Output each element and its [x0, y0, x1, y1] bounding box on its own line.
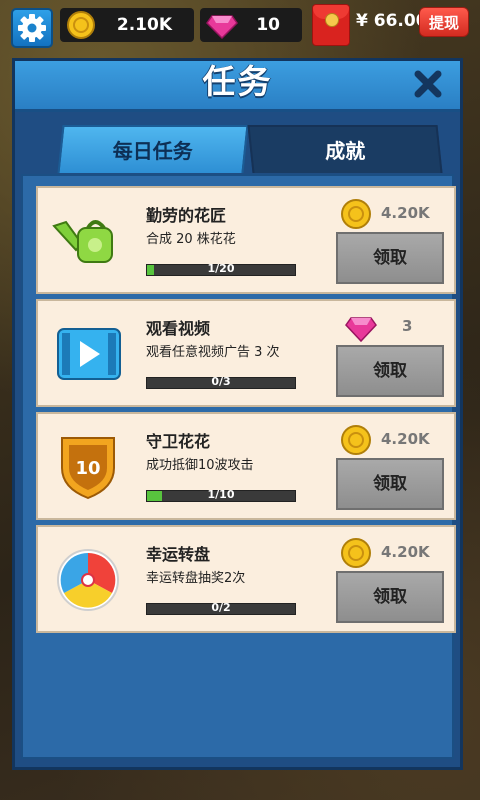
top-bar: 2.10K 10 ¥ 66.00 提现: [0, 0, 480, 50]
task-progress-bar: 0/3: [146, 375, 296, 389]
task-card: 10 守卫花花 成功抵御10波攻击 1/10 4.20K 领取: [36, 412, 456, 520]
task-card: 观看视频 观看任意视频广告 3 次 0/3 3 领取: [36, 299, 456, 407]
claim-button[interactable]: 领取: [336, 232, 444, 284]
svg-text:10: 10: [75, 458, 100, 479]
tasks-panel: 任务 每日任务 成就 勤劳的花匠 合成 20 株花花 1/20 4.20K 领取…: [12, 58, 463, 770]
task-description: 合成 20 株花花: [146, 232, 236, 247]
coin-icon: [341, 538, 371, 568]
progress-text: 1/20: [207, 262, 235, 275]
task-list[interactable]: 勤劳的花匠 合成 20 株花花 1/20 4.20K 领取 观看视频 观看任意视…: [21, 174, 456, 759]
tab-daily-label: 每日任务: [112, 139, 193, 163]
claim-button[interactable]: 领取: [336, 571, 444, 623]
tab-daily-tasks[interactable]: 每日任务: [57, 125, 249, 173]
panel-header: 任务: [15, 61, 460, 112]
coin-icon: [341, 425, 371, 455]
shield-badge-icon: 10: [61, 437, 115, 500]
task-title: 观看视频: [146, 319, 211, 338]
coin-icon: [67, 11, 95, 39]
task-progress-bar: 1/20: [146, 262, 296, 276]
gem-icon: [206, 15, 238, 40]
gear-icon: [18, 14, 46, 42]
progress-text: 1/10: [207, 488, 235, 501]
task-description: 幸运转盘抽奖2次: [146, 571, 246, 586]
red-packet-seal: [325, 13, 339, 27]
coin-icon: [341, 199, 371, 229]
reward-amount: 4.20K: [381, 543, 430, 561]
withdraw-button[interactable]: 提现: [419, 7, 469, 37]
panel-title: 任务: [202, 62, 273, 101]
progress-text: 0/2: [211, 601, 231, 614]
progress-text: 0/3: [211, 375, 231, 388]
red-packet-icon[interactable]: [312, 4, 350, 46]
settings-button[interactable]: [11, 8, 53, 48]
cash-balance: ¥ 66.00: [356, 11, 428, 31]
close-icon[interactable]: [411, 67, 445, 101]
task-description: 成功抵御10波攻击: [146, 458, 254, 473]
lucky-wheel-icon: [57, 549, 119, 611]
video-icon: [57, 328, 121, 380]
task-title: 勤劳的花匠: [146, 206, 227, 225]
coin-counter: 2.10K: [60, 8, 194, 42]
gem-amount: 10: [256, 15, 280, 35]
coin-amount: 2.10K: [116, 15, 172, 35]
task-card: 勤劳的花匠 合成 20 株花花 1/20 4.20K 领取: [36, 186, 456, 294]
reward-amount: 4.20K: [381, 204, 430, 222]
tab-achievements-label: 成就: [325, 139, 366, 163]
task-card: 幸运转盘 幸运转盘抽奖2次 0/2 4.20K 领取: [36, 525, 456, 633]
task-title: 守卫花花: [146, 432, 211, 451]
tab-achievements[interactable]: 成就: [247, 125, 443, 173]
reward-amount: 3: [402, 317, 413, 335]
reward-amount: 4.20K: [381, 430, 430, 448]
claim-button[interactable]: 领取: [336, 458, 444, 510]
gem-icon: [345, 317, 377, 343]
task-title: 幸运转盘: [146, 545, 211, 564]
task-progress-bar: 0/2: [146, 601, 296, 615]
tab-bar: 每日任务 成就: [30, 123, 445, 175]
watering-can-icon: [52, 220, 113, 263]
claim-button[interactable]: 领取: [336, 345, 444, 397]
task-description: 观看任意视频广告 3 次: [146, 345, 280, 360]
gem-counter: 10: [200, 8, 302, 42]
task-progress-bar: 1/10: [146, 488, 296, 502]
